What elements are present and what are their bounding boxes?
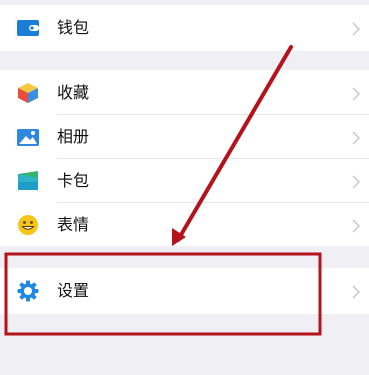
menu-item-label: 收藏 [57, 83, 90, 102]
menu-item-wallet[interactable]: 钱包 [0, 5, 369, 51]
chevron-right-icon [352, 86, 361, 101]
chevron-right-icon [352, 174, 361, 189]
menu-item-album[interactable]: 相册 [0, 114, 369, 160]
smiley-face-icon [16, 214, 40, 236]
menu-item-label: 表情 [57, 215, 90, 234]
chevron-right-icon [352, 218, 361, 233]
chevron-right-icon [352, 130, 361, 145]
menu-item-label: 钱包 [57, 18, 90, 37]
menu-item-label: 卡包 [57, 171, 90, 190]
menu-item-label: 设置 [57, 281, 90, 300]
menu-item-cards[interactable]: 卡包 [0, 158, 369, 204]
favorites-cube-icon [16, 82, 40, 104]
gear-icon [16, 280, 40, 302]
menu-item-stickers[interactable]: 表情 [0, 202, 369, 248]
menu-group-main: 收藏 相册 卡包 表情 [0, 70, 369, 246]
menu-item-label: 相册 [57, 127, 90, 146]
card-wallet-icon [16, 170, 40, 192]
menu-group-settings: 设置 [0, 268, 369, 314]
chevron-right-icon [352, 284, 361, 299]
photo-album-icon [16, 126, 40, 148]
menu-group-wallet: 钱包 [0, 5, 369, 51]
menu-item-favorites[interactable]: 收藏 [0, 70, 369, 116]
chevron-right-icon [352, 21, 361, 36]
wallet-icon [16, 17, 40, 39]
menu-item-settings[interactable]: 设置 [0, 268, 369, 314]
